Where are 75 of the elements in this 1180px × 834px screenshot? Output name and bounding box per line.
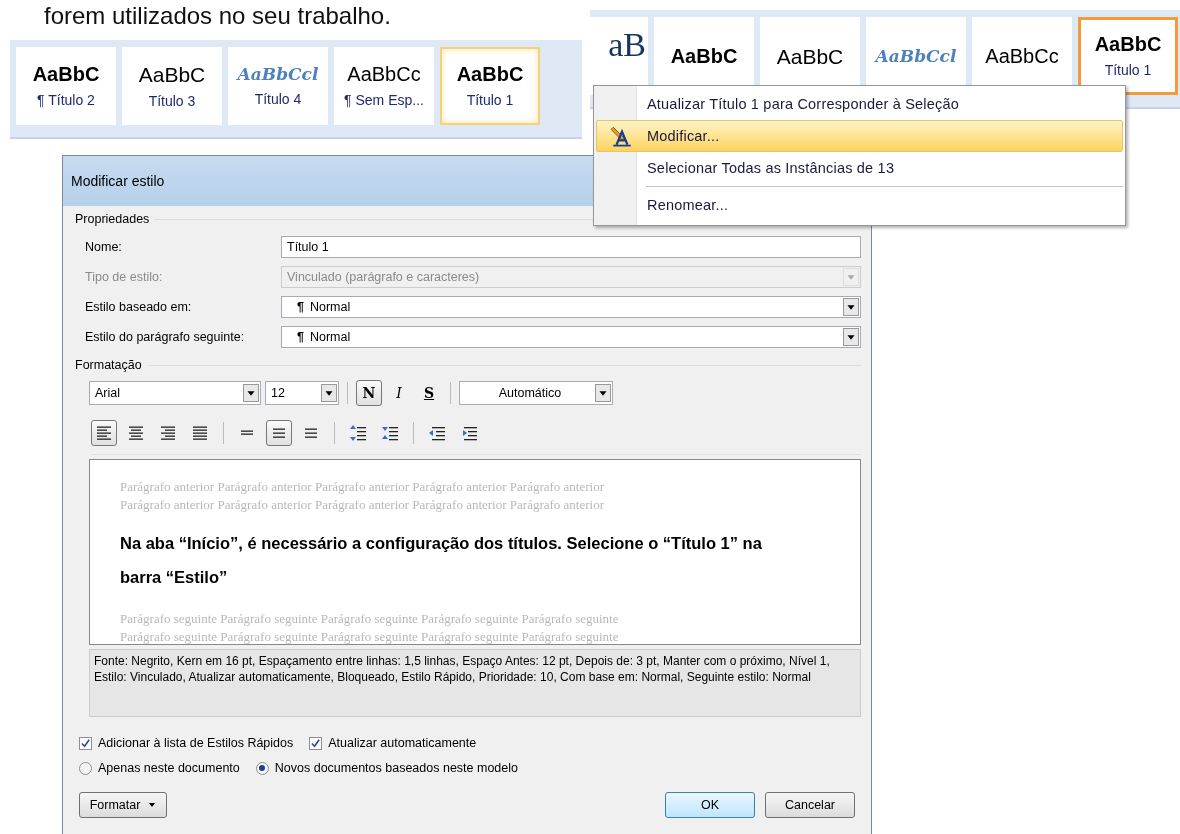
spacing-increase-icon [349,424,367,442]
style-sample: AaBbCcl [237,65,319,83]
single-spacing-icon [238,430,256,436]
bold-button[interactable]: N [356,380,382,406]
style-gallery-item[interactable]: AaBbC Título 1 [1078,17,1178,95]
spacing-decrease-icon [381,424,399,442]
double-spacing-icon [302,427,320,439]
style-gallery-item[interactable]: AaBbCc ¶ Sem Esp... [334,47,434,125]
italic-button[interactable]: I [386,380,412,406]
menu-item[interactable]: Modificar... [596,120,1123,152]
pencil-icon [610,125,634,147]
font-dropdown[interactable]: Arial [89,381,261,405]
preview-line: Parágrafo seguinte Parágrafo seguinte Parágrafo seguinte Parágrafo seguinte Parágrafo seguinte [120,610,620,628]
field-label: Nome: [85,240,123,254]
style-sample: AaBbC [1094,34,1162,54]
style-gallery-item[interactable]: AaBbC ¶ Título 2 [16,47,116,125]
style-sample: AaBbC [670,46,738,66]
style-sample: AaBbCcl [875,47,957,65]
menu-item[interactable]: Renomear... [596,189,1123,221]
format-button[interactable]: Formatar [79,792,167,818]
style-label: ¶ Título 2 [37,92,95,108]
checkbox-option[interactable]: Atualizar automaticamente [309,733,477,753]
indent-decrease-icon [428,424,446,442]
style-gallery-item[interactable]: AaBbC Título 3 [122,47,222,125]
radio-option[interactable]: Novos documentos baseados neste modelo [255,758,518,778]
style-sample: AaBbC [456,64,524,84]
dropdown-field[interactable]: ¶ Normal [281,296,861,318]
menu-item[interactable]: Selecionar Todas as Instâncias de 13 [596,152,1123,184]
preview-line: Parágrafo seguinte Parágrafo seguinte Parágrafo seguinte Parágrafo seguinte Parágrafo seguinte [120,628,620,644]
field-label: Estilo do parágrafo seguinte: [85,330,246,344]
caret-icon [148,802,157,808]
style-label: Título 4 [254,90,302,107]
radio-button[interactable] [79,761,92,775]
style-sample: AaBbCc [347,64,421,84]
style-sample: AaBbCc [985,46,1059,66]
radio-option[interactable]: Apenas neste documento [79,758,240,778]
preview-line: Parágrafo anterior Parágrafo anterior Parágrafo anterior Parágrafo anterior Parágrafo anterior [120,496,605,514]
one-half-spacing-icon [270,427,288,439]
style-sample: AaBbC [776,45,844,67]
color-dropdown[interactable]: Automático [459,381,613,405]
align-center-icon [127,425,145,441]
style-description: Fonte: Negrito, Kern em 16 pt, Espaçamento entre linhas: 1,5 linhas, Espaço Antes: 12 pt, Depois de: 3 pt, Manter com o próximo, Nível 1, Estilo: Vinculado, Atualizar automaticamente, Bloqueado, Estilo Rápido, Prioridade: 10, Com base em: Normal, Seguinte estilo: Normal [89,649,861,717]
checkbox[interactable] [79,736,92,750]
field-label: Estilo baseado em: [85,300,193,314]
align-left-button[interactable] [91,420,117,446]
align-left-icon [95,425,113,441]
ok-button[interactable]: OK [665,792,755,818]
group-heading: Propriedades [75,212,150,226]
input-field[interactable]: Título 1 [281,236,861,258]
dropdown-field[interactable]: ¶ Normal [281,326,861,348]
style-sample: AaBbC [138,63,206,85]
preview-sample-text: Na aba “Início”, é necessário a configuração dos títulos. Selecione o “Título 1” na barra “Estilo” [120,533,763,588]
indent-increase-icon [460,424,478,442]
style-gallery-item[interactable]: AaBbC Título 1 [440,47,540,125]
style-gallery-item[interactable]: AaBbCcl Título 4 [228,47,328,125]
field-label: Tipo de estilo: [85,270,164,284]
checkbox[interactable] [309,736,323,750]
intro-text: forem utilizados no seu trabalho. [44,2,391,30]
align-right-icon [159,425,177,441]
style-label: Título 1 [1104,62,1152,78]
preview-line: Parágrafo anterior Parágrafo anterior Parágrafo anterior Parágrafo anterior Parágrafo anterior [120,478,605,496]
style-label: ¶ Sem Esp... [344,92,424,108]
style-sample: AaBbC [32,64,100,84]
size-dropdown[interactable]: 12 [265,381,339,405]
style-label: Título 1 [466,92,514,108]
cancel-button[interactable]: Cancelar [765,792,855,818]
dialog-title: Modificar estilo [71,173,165,189]
style-label: Título 3 [148,92,196,109]
style-sample: aB [608,28,646,62]
checkbox-option[interactable]: Adicionar à lista de Estilos Rápidos [79,733,294,753]
underline-button[interactable]: S [416,380,442,406]
radio-button[interactable] [255,761,269,775]
one-half-spacing-button[interactable] [266,420,292,446]
group-heading: Formatação [75,358,142,372]
justify-icon [191,425,209,441]
